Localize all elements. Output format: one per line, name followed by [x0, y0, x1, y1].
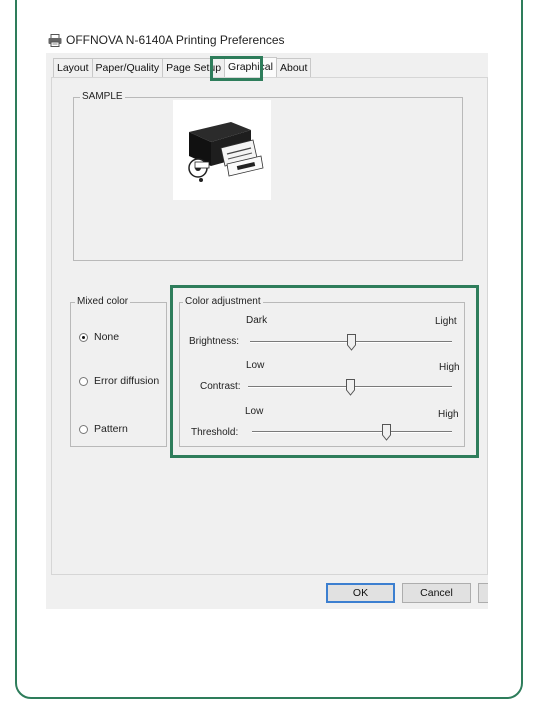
brightness-slider[interactable]	[250, 331, 452, 351]
radio-none[interactable]: None	[79, 331, 119, 343]
label-printer-illustration	[188, 122, 264, 182]
radio-error-diffusion-indicator[interactable]	[79, 376, 88, 386]
brightness-label: Brightness:	[189, 336, 240, 347]
preferences-dialog: Layout Paper/Quality Page Setup Graphica…	[46, 53, 488, 609]
threshold-slider-thumb[interactable]	[381, 424, 391, 441]
graphical-tab-panel: SAMPLE Mixed color None Error diffusion …	[51, 77, 488, 575]
color-adjustment-group: Color adjustment Dark Light Brightness: …	[179, 296, 465, 447]
printer-icon	[48, 33, 62, 47]
contrast-label: Contrast:	[200, 381, 241, 392]
sample-group-label: SAMPLE	[80, 91, 125, 103]
contrast-slider[interactable]	[248, 376, 452, 396]
tab-paper-quality[interactable]: Paper/Quality	[91, 58, 164, 77]
tab-graphical[interactable]: Graphical	[224, 57, 277, 77]
tab-layout[interactable]: Layout	[53, 58, 93, 77]
sample-group: SAMPLE	[73, 91, 463, 261]
mixed-color-group-label: Mixed color	[75, 296, 131, 308]
contrast-slider-thumb[interactable]	[345, 379, 355, 396]
brightness-low-label: Dark	[246, 315, 268, 326]
threshold-label: Threshold:	[191, 427, 239, 438]
cancel-button[interactable]: Cancel	[402, 583, 471, 603]
tab-about[interactable]: About	[276, 58, 312, 77]
mixed-color-group: Mixed color None Error diffusion Pattern	[70, 296, 167, 447]
threshold-slider[interactable]	[252, 421, 452, 441]
tab-strip: Layout Paper/Quality Page Setup Graphica…	[53, 57, 312, 77]
ok-button[interactable]: OK	[326, 583, 395, 603]
window-titlebar: OFFNOVA N-6140A Printing Preferences	[48, 31, 285, 49]
color-adjustment-group-label: Color adjustment	[183, 296, 263, 308]
radio-pattern-indicator[interactable]	[79, 424, 88, 434]
radio-error-diffusion[interactable]: Error diffusion	[79, 375, 159, 387]
contrast-low-label: Low	[246, 360, 265, 371]
brightness-slider-thumb[interactable]	[346, 334, 356, 351]
contrast-high-label: High	[439, 362, 460, 373]
window-title: OFFNOVA N-6140A Printing Preferences	[66, 33, 285, 47]
threshold-low-label: Low	[245, 406, 264, 417]
tab-page-setup[interactable]: Page Setup	[162, 58, 226, 77]
radio-error-diffusion-label: Error diffusion	[94, 375, 160, 387]
radio-none-indicator[interactable]	[79, 332, 88, 342]
radio-pattern-label: Pattern	[94, 423, 128, 435]
radio-pattern[interactable]: Pattern	[79, 423, 128, 435]
sample-preview-image	[173, 100, 271, 200]
brightness-high-label: Light	[435, 316, 457, 327]
radio-none-label: None	[94, 331, 120, 343]
apply-button-partial[interactable]	[478, 583, 488, 603]
threshold-slider-track[interactable]	[252, 431, 452, 433]
threshold-high-label: High	[438, 409, 459, 420]
